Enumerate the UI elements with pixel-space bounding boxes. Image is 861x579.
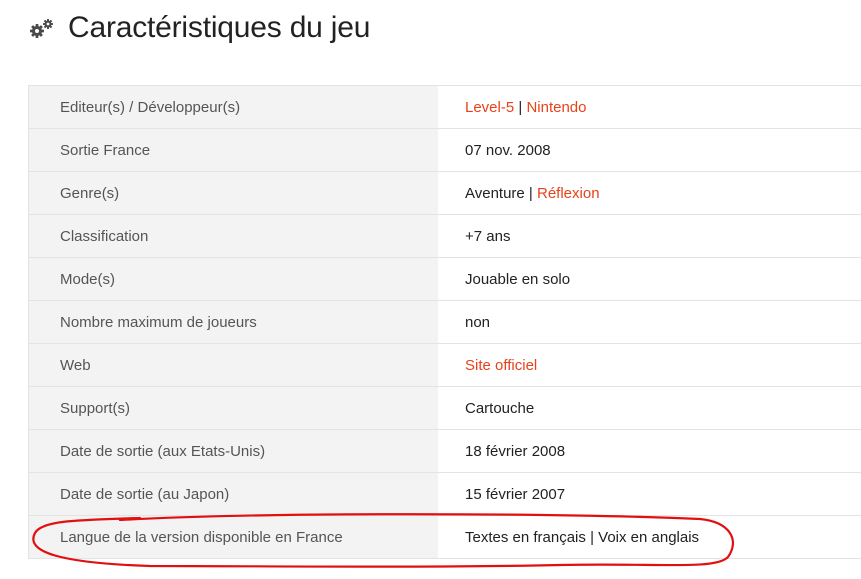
spec-label: Web	[28, 343, 438, 387]
specs-table: Editeur(s) / Développeur(s) Level-5 | Nin…	[28, 85, 861, 559]
spec-row: Genre(s) Aventure | Réflexion	[28, 171, 861, 215]
spec-row: Editeur(s) / Développeur(s) Level-5 | Nin…	[28, 85, 861, 129]
gears-icon	[28, 16, 58, 40]
value-text: 15 février 2007	[465, 485, 566, 503]
spec-value: 07 nov. 2008	[438, 128, 861, 172]
value-separator: |	[514, 98, 527, 116]
spec-value: +7 ans	[438, 214, 861, 258]
value-link[interactable]: Site officiel	[465, 357, 537, 374]
spec-row: Sortie France 07 nov. 2008	[28, 128, 861, 172]
spec-value: 18 février 2008	[438, 429, 861, 473]
page: Caractéristiques du jeu Editeur(s) / Dév…	[0, 0, 861, 579]
spec-label: Genre(s)	[28, 171, 438, 215]
spec-value: Site officiel	[438, 343, 861, 387]
value-separator: |	[524, 184, 537, 202]
spec-label: Sortie France	[28, 128, 438, 172]
value-text: Aventure	[465, 184, 525, 202]
page-title: Caractéristiques du jeu	[68, 11, 371, 44]
spec-label: Langue de la version disponible en Franc…	[28, 515, 438, 559]
spec-value: 15 février 2007	[438, 472, 861, 516]
spec-value: Cartouche	[438, 386, 861, 430]
value-text: non	[465, 313, 491, 331]
spec-label: Editeur(s) / Développeur(s)	[28, 85, 438, 129]
value-link[interactable]: Level-5	[465, 99, 514, 116]
spec-row: Date de sortie (aux Etats-Unis) 18 févrie…	[28, 429, 861, 473]
value-link[interactable]: Réflexion	[537, 185, 600, 202]
value-link[interactable]: Nintendo	[526, 99, 586, 116]
spec-value: Level-5 | Nintendo	[438, 85, 861, 129]
spec-row: Support(s) Cartouche	[28, 386, 861, 430]
spec-label: Mode(s)	[28, 257, 438, 301]
spec-row: Nombre maximum de joueurs non	[28, 300, 861, 344]
specs-table-body: Editeur(s) / Développeur(s) Level-5 | Nin…	[28, 85, 861, 559]
spec-label: Support(s)	[28, 386, 438, 430]
spec-label: Classification	[28, 214, 438, 258]
spec-label: Date de sortie (au Japon)	[28, 472, 438, 516]
spec-value: Textes en français | Voix en anglais	[438, 515, 861, 559]
value-text: 18 février 2008	[465, 442, 566, 460]
value-text: Jouable en solo	[465, 270, 571, 288]
value-text: 07 nov. 2008	[465, 141, 551, 159]
spec-value: non	[438, 300, 861, 344]
value-text: Textes en français	[465, 528, 586, 546]
spec-value: Aventure | Réflexion	[438, 171, 861, 215]
spec-row: Langue de la version disponible en Franc…	[28, 515, 861, 559]
spec-row: Web Site officiel	[28, 343, 861, 387]
spec-label: Nombre maximum de joueurs	[28, 300, 438, 344]
spec-row: Date de sortie (au Japon) 15 février 2007	[28, 472, 861, 516]
spec-row: Classification +7 ans	[28, 214, 861, 258]
spec-value: Jouable en solo	[438, 257, 861, 301]
value-text: +7 ans	[465, 227, 511, 245]
section-header: Caractéristiques du jeu	[28, 8, 370, 48]
spec-row: Mode(s) Jouable en solo	[28, 257, 861, 301]
value-text: Cartouche	[465, 399, 535, 417]
value-text: Voix en anglais	[598, 528, 700, 546]
spec-label: Date de sortie (aux Etats-Unis)	[28, 429, 438, 473]
value-separator: |	[585, 528, 599, 546]
